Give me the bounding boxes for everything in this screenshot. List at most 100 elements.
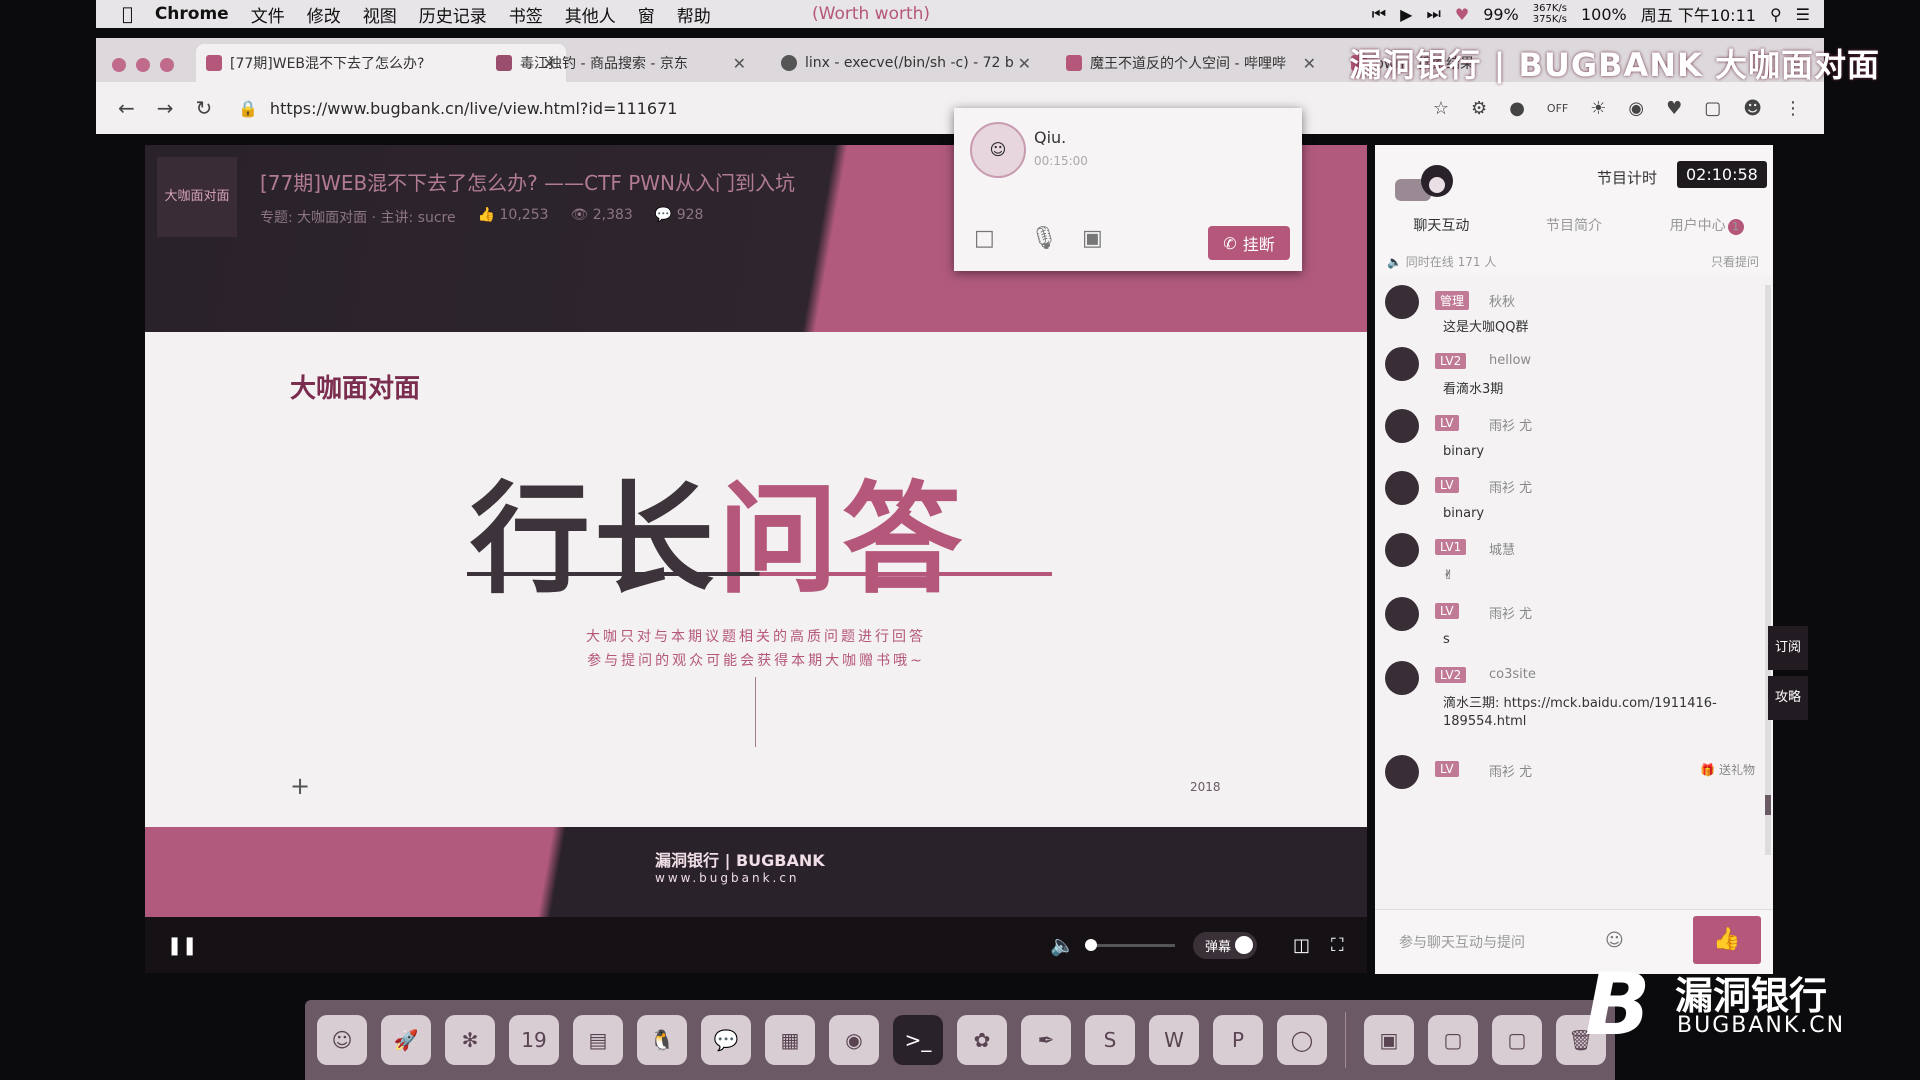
window-thumbnail-icon[interactable]: ▢ bbox=[1492, 1015, 1542, 1065]
chat-scrollbar[interactable] bbox=[1765, 285, 1771, 855]
guide-button[interactable]: 攻略 bbox=[1768, 676, 1808, 720]
message-link-text[interactable]: 滴水三期: https://mck.baidu.com/1911416-1895… bbox=[1443, 695, 1753, 731]
minimize-window-button[interactable] bbox=[136, 58, 150, 72]
tab-user-center[interactable]: 用户中心 1 bbox=[1640, 215, 1773, 235]
menu-people[interactable]: 其他人 bbox=[565, 2, 616, 27]
back-arrow-icon[interactable]: ← bbox=[118, 96, 135, 120]
hangup-button[interactable]: ✆ 挂断 bbox=[1208, 226, 1290, 260]
camera-icon[interactable]: ▣ bbox=[1082, 226, 1103, 251]
tab-bilibili[interactable]: 魔王不道反的个人空间 - 哔哩哔 ✕ bbox=[1056, 44, 1326, 82]
app-icon[interactable]: ✿ bbox=[957, 1015, 1007, 1065]
mute-icon[interactable]: 🔈 bbox=[1050, 933, 1075, 957]
volume-knob[interactable] bbox=[1085, 939, 1097, 951]
danmu-toggle[interactable]: 弹幕 bbox=[1193, 931, 1258, 959]
message-text: binary bbox=[1443, 506, 1485, 521]
clock[interactable]: 周五 下午10:11 bbox=[1641, 2, 1756, 26]
scroll-thumb[interactable] bbox=[1765, 795, 1771, 815]
tab-intro[interactable]: 节目简介 bbox=[1508, 215, 1641, 235]
wechat-icon[interactable]: 💬 bbox=[701, 1015, 751, 1065]
spotlight-icon[interactable]: ⚲ bbox=[1770, 5, 1782, 24]
tab-title: linx - execve(/bin/sh -c) - 72 b bbox=[805, 55, 1014, 71]
play-icon[interactable]: ▶ bbox=[1400, 5, 1412, 24]
window-thumbnail-icon[interactable]: ▢ bbox=[1428, 1015, 1478, 1065]
username: 雨衫 尤 bbox=[1489, 607, 1533, 622]
avatar bbox=[1385, 471, 1419, 505]
prev-track-icon[interactable]: ⏮ bbox=[1372, 4, 1386, 24]
menu-file[interactable]: 文件 bbox=[251, 2, 285, 27]
powerpoint-icon[interactable]: P bbox=[1213, 1015, 1263, 1065]
extension-icon[interactable]: ⚙ bbox=[1471, 98, 1487, 119]
url-text[interactable]: https://www.bugbank.cn/live/view.html?id… bbox=[270, 99, 678, 118]
feather-icon[interactable]: ✒ bbox=[1021, 1015, 1071, 1065]
downloads-icon[interactable]: ▣ bbox=[1364, 1015, 1414, 1065]
theater-mode-icon[interactable]: ◫ bbox=[1293, 935, 1310, 956]
tab-linx[interactable]: linx - execve(/bin/sh -c) - 72 b ✕ bbox=[771, 44, 1041, 82]
chrome-icon[interactable]: ◉ bbox=[829, 1015, 879, 1065]
calendar-icon[interactable]: 19 bbox=[509, 1015, 559, 1065]
net-down: 375K/s bbox=[1532, 14, 1567, 25]
message-text: s bbox=[1443, 632, 1450, 647]
menu-kebab-icon[interactable]: ⋮ bbox=[1784, 98, 1802, 119]
terminal-icon[interactable]: >_ bbox=[893, 1015, 943, 1065]
tab-chat[interactable]: 聊天互动 bbox=[1375, 215, 1508, 235]
obs-icon[interactable]: ◯ bbox=[1277, 1015, 1327, 1065]
notification-center-icon[interactable]: ☰ bbox=[1796, 5, 1810, 24]
tab-jd[interactable]: 毒江独钓 - 商品搜索 - 京东 ✕ bbox=[486, 44, 756, 82]
maximize-window-button[interactable] bbox=[160, 58, 174, 72]
menu-view[interactable]: 视图 bbox=[363, 2, 397, 27]
menu-help[interactable]: 帮助 bbox=[677, 2, 711, 27]
menu-app-name[interactable]: Chrome bbox=[155, 4, 229, 24]
emoji-icon[interactable]: ☺ bbox=[1605, 930, 1624, 951]
close-icon[interactable]: ✕ bbox=[1303, 54, 1316, 73]
qq-icon[interactable]: 🐧 bbox=[637, 1015, 687, 1065]
extension-icon[interactable]: ● bbox=[1509, 98, 1525, 119]
launchpad-icon[interactable]: 🚀 bbox=[381, 1015, 431, 1065]
chat-bubble-icon[interactable]: □ bbox=[974, 226, 995, 251]
fullscreen-icon[interactable]: ⛶ bbox=[1331, 935, 1344, 956]
chat-tabs: 聊天互动 节目简介 用户中心 1 bbox=[1375, 215, 1773, 235]
finder-icon[interactable]: ☺ bbox=[317, 1015, 367, 1065]
sublime-icon[interactable]: S bbox=[1085, 1015, 1135, 1065]
word-icon[interactable]: W bbox=[1149, 1015, 1199, 1065]
app-icon[interactable]: ▦ bbox=[765, 1015, 815, 1065]
notes-icon[interactable]: ▤ bbox=[573, 1015, 623, 1065]
forward-arrow-icon[interactable]: → bbox=[157, 96, 174, 120]
address-bar[interactable]: 🔒 https://www.bugbank.cn/live/view.html?i… bbox=[238, 99, 677, 118]
extension-icon[interactable]: ♥ bbox=[1666, 98, 1682, 119]
extension-icon[interactable]: ◉ bbox=[1628, 98, 1644, 119]
mic-muted-icon[interactable]: 🎙 bbox=[1030, 226, 1058, 251]
chat-input[interactable]: 参与聊天互动与提问 bbox=[1399, 932, 1525, 952]
menu-history[interactable]: 历史记录 bbox=[419, 2, 487, 27]
only-questions-filter[interactable]: 只看提问 bbox=[1711, 253, 1759, 270]
profile-icon[interactable]: ☻ bbox=[1743, 98, 1762, 119]
bookmark-star-icon[interactable]: ☆ bbox=[1433, 98, 1449, 119]
video-title: [77期]WEB混不下去了怎么办? ——CTF PWN从入门到入坑 bbox=[260, 171, 795, 195]
reload-icon[interactable]: ↻ bbox=[196, 96, 213, 120]
safari-icon[interactable]: ✻ bbox=[445, 1015, 495, 1065]
user-level-badge: LV bbox=[1435, 415, 1459, 431]
menu-bookmarks[interactable]: 书签 bbox=[509, 2, 543, 27]
menu-edit[interactable]: 修改 bbox=[307, 2, 341, 27]
user-level-badge: LV bbox=[1435, 603, 1459, 619]
footer-cn: 漏洞银行 | BUGBANK bbox=[655, 851, 825, 870]
slide-subtitle-2: 参与提问的观众可能会获得本期大咖赠书哦~ bbox=[587, 653, 925, 669]
brand-en: BUGBANK.CN bbox=[1677, 1013, 1846, 1038]
extension-icon[interactable]: ☀ bbox=[1590, 98, 1606, 119]
menu-window[interactable]: 窗 bbox=[638, 2, 655, 27]
gift-button[interactable]: 🎁 送礼物 bbox=[1700, 761, 1755, 778]
extension-icon[interactable]: OFF bbox=[1547, 102, 1568, 115]
close-icon[interactable]: ✕ bbox=[1018, 54, 1031, 73]
heart-icon[interactable]: ♥ bbox=[1455, 5, 1469, 24]
close-icon[interactable]: ✕ bbox=[733, 54, 746, 73]
extension-icon[interactable]: ▢ bbox=[1704, 98, 1721, 119]
like-button[interactable]: 👍 bbox=[1693, 916, 1761, 964]
message-text: binary bbox=[1443, 444, 1485, 459]
subscribe-button[interactable]: 订阅 bbox=[1768, 626, 1808, 670]
avatar bbox=[1385, 755, 1419, 789]
close-window-button[interactable] bbox=[112, 58, 126, 72]
pause-icon[interactable]: ❚❚ bbox=[167, 935, 197, 956]
timer-label: 节目计时 bbox=[1597, 169, 1658, 187]
next-track-icon[interactable]: ⏭ bbox=[1426, 4, 1440, 24]
apple-icon[interactable]:  bbox=[122, 4, 133, 25]
volume-slider[interactable] bbox=[1085, 943, 1175, 947]
